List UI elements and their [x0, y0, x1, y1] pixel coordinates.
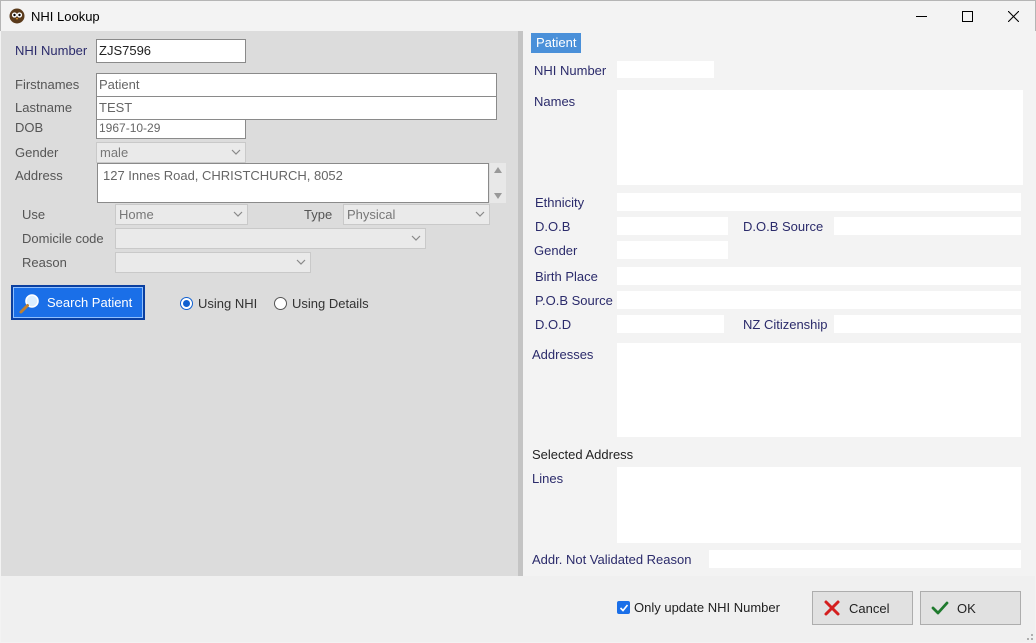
dob-label: DOB	[15, 120, 44, 135]
maximize-button[interactable]	[944, 1, 990, 32]
rp-addr-not-validated-label: Addr. Not Validated Reason	[532, 552, 692, 567]
rp-ethnicity-field	[617, 193, 1021, 211]
rp-pob-source-field	[617, 291, 1021, 309]
checkmark-icon	[931, 601, 949, 615]
minimize-icon	[915, 16, 927, 17]
rp-birth-place-label: Birth Place	[535, 269, 598, 284]
resize-grip-icon[interactable]	[1024, 631, 1034, 641]
chevron-down-icon	[231, 149, 241, 155]
using-nhi-label: Using NHI	[198, 296, 258, 311]
search-patient-button[interactable]: Search Patient	[11, 285, 145, 320]
reason-label: Reason	[22, 255, 67, 270]
rp-dod-field	[617, 315, 724, 333]
rp-addresses-label: Addresses	[532, 347, 594, 362]
gender-select[interactable]: male	[96, 142, 246, 163]
rp-lines-label: Lines	[532, 471, 564, 486]
scroll-down-icon	[494, 193, 502, 199]
ok-label: OK	[957, 600, 976, 616]
close-window-button[interactable]	[990, 1, 1036, 32]
use-select[interactable]: Home	[115, 204, 248, 225]
chevron-down-icon	[233, 211, 243, 217]
lastname-label: Lastname	[15, 100, 73, 115]
rp-addresses-list[interactable]	[617, 343, 1021, 437]
rp-dob-label: D.O.B	[535, 219, 571, 234]
tab-patient[interactable]: Patient	[531, 33, 582, 53]
rp-dob-source-label: D.O.B Source	[743, 219, 824, 234]
cross-icon	[824, 600, 840, 616]
rp-nhi-number-label: NHI Number	[534, 63, 607, 78]
address-textarea[interactable]: 127 Innes Road, CHRISTCHURCH, 8052	[97, 163, 489, 203]
only-update-nhi-checkbox[interactable]: Only update NHI Number	[617, 600, 780, 615]
scroll-up-icon	[494, 167, 502, 173]
rp-lines-field	[617, 467, 1021, 543]
close-icon	[1007, 11, 1019, 22]
cancel-button[interactable]: Cancel	[812, 591, 913, 625]
dob-input[interactable]: 1967-10-29	[96, 119, 246, 139]
chevron-down-icon	[411, 235, 421, 241]
rp-nz-citizenship-label: NZ Citizenship	[743, 317, 828, 332]
rp-selected-address-label: Selected Address	[532, 447, 634, 462]
chevron-down-icon	[296, 259, 306, 265]
firstnames-input[interactable]: Patient	[96, 73, 497, 97]
magnifier-icon	[19, 293, 39, 313]
only-update-nhi-label: Only update NHI Number	[634, 600, 780, 615]
address-scrollbar[interactable]	[490, 163, 506, 203]
using-details-radio[interactable]: Using Details	[274, 296, 369, 311]
rp-gender-label: Gender	[534, 243, 578, 258]
using-nhi-radio[interactable]: Using NHI	[180, 296, 257, 311]
maximize-icon	[961, 11, 973, 22]
using-details-label: Using Details	[292, 296, 369, 311]
rp-ethnicity-label: Ethnicity	[535, 195, 585, 210]
cancel-label: Cancel	[849, 600, 890, 616]
nhi-number-input[interactable]: ZJS7596	[96, 39, 246, 63]
radio-unselected-icon	[274, 297, 287, 310]
domicile-code-select[interactable]	[115, 228, 426, 249]
rp-dob-field	[617, 217, 728, 235]
patient-details-panel: Patient NHI Number Names Ethnicity D.O.B…	[523, 31, 1035, 576]
search-patient-label: Search Patient	[47, 295, 133, 310]
title-bar: NHI Lookup	[0, 0, 1036, 31]
nhi-number-label: NHI Number	[15, 43, 88, 58]
rp-names-label: Names	[534, 94, 576, 109]
owl-app-icon	[9, 8, 25, 24]
type-select[interactable]: Physical	[343, 204, 490, 225]
radio-selected-icon	[180, 297, 193, 310]
rp-birth-place-field	[617, 267, 1021, 285]
rp-addr-not-validated-field	[709, 550, 1021, 568]
minimize-button[interactable]	[898, 1, 944, 32]
address-label: Address	[15, 168, 63, 183]
use-value: Home	[119, 207, 154, 222]
rp-nz-citizenship-field	[834, 315, 1021, 333]
ok-button[interactable]: OK	[920, 591, 1021, 625]
chevron-down-icon	[475, 211, 485, 217]
rp-pob-source-label: P.O.B Source	[535, 293, 613, 308]
window-title: NHI Lookup	[31, 9, 100, 24]
rp-dod-label: D.O.D	[535, 317, 572, 332]
rp-nhi-number-field	[617, 61, 714, 78]
rp-gender-field	[617, 241, 728, 259]
rp-names-field	[617, 90, 1023, 185]
type-label: Type	[304, 207, 333, 222]
type-value: Physical	[347, 207, 396, 222]
firstnames-label: Firstnames	[15, 77, 80, 92]
gender-value: male	[100, 145, 129, 160]
use-label: Use	[22, 207, 46, 222]
gender-label: Gender	[15, 145, 59, 160]
rp-dob-source-field	[834, 217, 1021, 235]
reason-select[interactable]	[115, 252, 311, 273]
checkbox-checked-icon	[617, 601, 630, 614]
domicile-code-label: Domicile code	[22, 231, 104, 246]
lastname-input[interactable]: TEST	[96, 96, 497, 120]
